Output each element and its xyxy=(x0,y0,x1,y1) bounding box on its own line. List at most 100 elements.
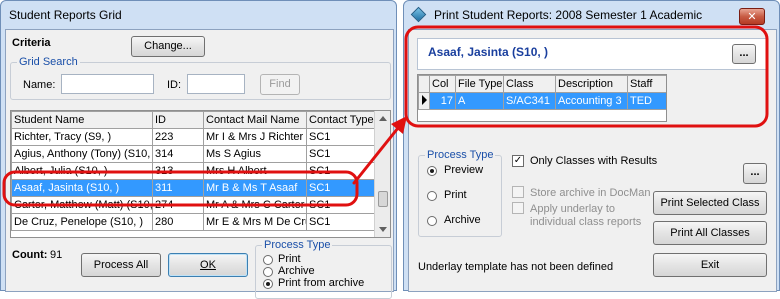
window-client-area: Criteria Change... Grid Search Name: ID:… xyxy=(5,29,394,299)
row-header-corner xyxy=(418,75,430,93)
radio-print[interactable] xyxy=(427,191,437,201)
student-grid-row[interactable]: Albert, Julia (S10, ) 313 Mrs H Albert SC1 xyxy=(11,162,376,180)
browse-button[interactable]: ... xyxy=(732,44,756,64)
process-type-legend: Process Type xyxy=(427,149,494,161)
cell-contact-mail-name: Mr B & Ms T Asaaf xyxy=(203,179,307,197)
cell-id: 313 xyxy=(152,162,204,180)
print-selected-class-label: Print Selected Class xyxy=(660,197,760,209)
row-pointer-icon xyxy=(421,94,427,105)
cell-contact-type: SC1 xyxy=(306,128,376,146)
apply-underlay-checkbox[interactable] xyxy=(512,202,524,214)
find-button[interactable]: Find xyxy=(260,74,300,95)
col-file-type[interactable]: File Type xyxy=(455,75,504,93)
student-name: Asaaf, Jasinta (S10, ) xyxy=(428,45,549,59)
id-search-input[interactable] xyxy=(187,74,245,94)
only-classes-label: Only Classes with Results xyxy=(530,155,658,167)
window-title: Student Reports Grid xyxy=(9,8,122,22)
cell-student-name: Richter, Tracy (S9, ) xyxy=(11,128,153,146)
cell-contact-type: SC1 xyxy=(306,145,376,163)
radio-print-from-archive-label: Print from archive xyxy=(278,277,365,289)
student-grid-row[interactable]: Richter, Tracy (S9, ) 223 Mr I & Mrs J Ric… xyxy=(11,128,376,146)
scrollbar-thumb[interactable] xyxy=(378,191,388,207)
cell-id: 223 xyxy=(152,128,204,146)
cell-description: Accounting 3 xyxy=(555,92,628,110)
cell-contact-mail-name: Mr A & Mrs C Carter xyxy=(203,196,307,214)
radio-preview[interactable] xyxy=(427,166,437,176)
radio-archive-label: Archive xyxy=(444,214,481,226)
process-type-group: Process Type xyxy=(255,239,392,299)
close-icon[interactable]: ✕ xyxy=(739,8,765,25)
cell-student-name: Agius, Anthony (Tony) (S10, ) xyxy=(11,145,153,163)
radio-print-label: Print xyxy=(278,253,301,265)
more-options-button[interactable]: ... xyxy=(743,163,767,184)
underlay-message: Underlay template has not been defined xyxy=(418,261,614,273)
only-classes-checkbox[interactable]: ✓ xyxy=(512,155,524,167)
cell-contact-mail-name: Mr E & Mrs M De Cruz xyxy=(203,213,307,231)
window-title: Print Student Reports: 2008 Semester 1 A… xyxy=(434,8,703,22)
change-button[interactable]: Change... xyxy=(131,36,205,57)
radio-print[interactable] xyxy=(263,255,273,265)
count-label: Count: xyxy=(12,249,48,261)
col-staff[interactable]: Staff xyxy=(627,75,666,93)
class-row[interactable]: 17 A S/AC341 Accounting 3 TED xyxy=(418,92,666,110)
scroll-down-icon[interactable] xyxy=(379,227,387,232)
cell-id: 280 xyxy=(152,213,204,231)
scroll-up-icon[interactable] xyxy=(379,116,387,121)
radio-archive[interactable] xyxy=(263,267,273,277)
print-student-reports-window: Print Student Reports: 2008 Semester 1 A… xyxy=(403,0,780,292)
cell-student-name: Asaaf, Jasinta (S10, ) xyxy=(11,179,153,197)
ok-button[interactable]: OK xyxy=(168,253,248,277)
window-client-area: Asaaf, Jasinta (S10, ) ... Col File Type… xyxy=(408,29,777,292)
student-grid-row[interactable]: Asaaf, Jasinta (S10, ) 311 Mr B & Ms T Asa… xyxy=(11,179,376,197)
grid-vertical-scrollbar[interactable] xyxy=(374,111,390,237)
print-all-classes-label: Print All Classes xyxy=(670,227,750,239)
student-grid-row[interactable]: De Cruz, Penelope (S10, ) 280 Mr E & Mrs M… xyxy=(11,213,376,231)
student-grid-row[interactable]: Carter, Matthew (Matt) (S10, ) 274 Mr A & … xyxy=(11,196,376,214)
col-id[interactable]: ID xyxy=(152,111,204,129)
cell-student-name: Carter, Matthew (Matt) (S10, ) xyxy=(11,196,153,214)
print-all-classes-button[interactable]: Print All Classes xyxy=(653,221,767,245)
count-value: 91 xyxy=(50,249,63,261)
radio-print-from-archive[interactable] xyxy=(263,279,273,289)
cell-class: S/AC341 xyxy=(503,92,556,110)
col-contact-mail-name[interactable]: Contact Mail Name xyxy=(203,111,307,129)
cell-contact-type: SC1 xyxy=(306,213,376,231)
cell-file-type: A xyxy=(455,92,504,110)
name-search-input[interactable] xyxy=(61,74,154,94)
col-contact-type[interactable]: Contact Type xyxy=(306,111,376,129)
name-label: Name: xyxy=(23,79,56,91)
grid-search-legend: Grid Search xyxy=(19,56,78,68)
radio-print-label: Print xyxy=(444,189,467,201)
store-archive-checkbox[interactable] xyxy=(512,186,524,198)
col-col[interactable]: Col xyxy=(429,75,456,93)
radio-archive[interactable] xyxy=(427,216,437,226)
col-class[interactable]: Class xyxy=(503,75,556,93)
class-grid[interactable]: Col File Type Class Description Staff 17… xyxy=(417,74,667,122)
cell-contact-mail-name: Mr I & Mrs J Richter xyxy=(203,128,307,146)
class-grid-header-row: Col File Type Class Description Staff xyxy=(418,75,666,93)
process-type-legend: Process Type xyxy=(264,239,331,251)
cell-contact-mail-name: Ms S Agius xyxy=(203,145,307,163)
grid-header-row: Student Name ID Contact Mail Name Contac… xyxy=(11,111,376,129)
process-all-button[interactable]: Process All xyxy=(81,253,161,277)
radio-archive-label: Archive xyxy=(278,265,315,277)
col-description[interactable]: Description xyxy=(555,75,628,93)
cell-staff: TED xyxy=(627,92,666,110)
window-app-icon xyxy=(410,6,427,23)
apply-underlay-label-line2: individual class reports xyxy=(530,216,642,228)
exit-button[interactable]: Exit xyxy=(653,253,767,277)
cell-id: 314 xyxy=(152,145,204,163)
cell-id: 311 xyxy=(152,179,204,197)
student-grid-row[interactable]: Agius, Anthony (Tony) (S10, ) 314 Ms S Agi… xyxy=(11,145,376,163)
print-selected-class-button[interactable]: Print Selected Class xyxy=(653,191,767,215)
ok-button-label: OK xyxy=(200,259,216,271)
criteria-label: Criteria xyxy=(12,37,51,49)
store-archive-label: Store archive in DocMan xyxy=(530,187,651,199)
cell-contact-type: SC1 xyxy=(306,179,376,197)
class-grid-table: Col File Type Class Description Staff 17… xyxy=(418,75,666,110)
col-student-name[interactable]: Student Name xyxy=(11,111,153,129)
cell-contact-type: SC1 xyxy=(306,196,376,214)
row-indicator-cell xyxy=(418,92,430,110)
student-grid[interactable]: Student Name ID Contact Mail Name Contac… xyxy=(10,110,391,238)
cell-col: 17 xyxy=(429,92,456,110)
